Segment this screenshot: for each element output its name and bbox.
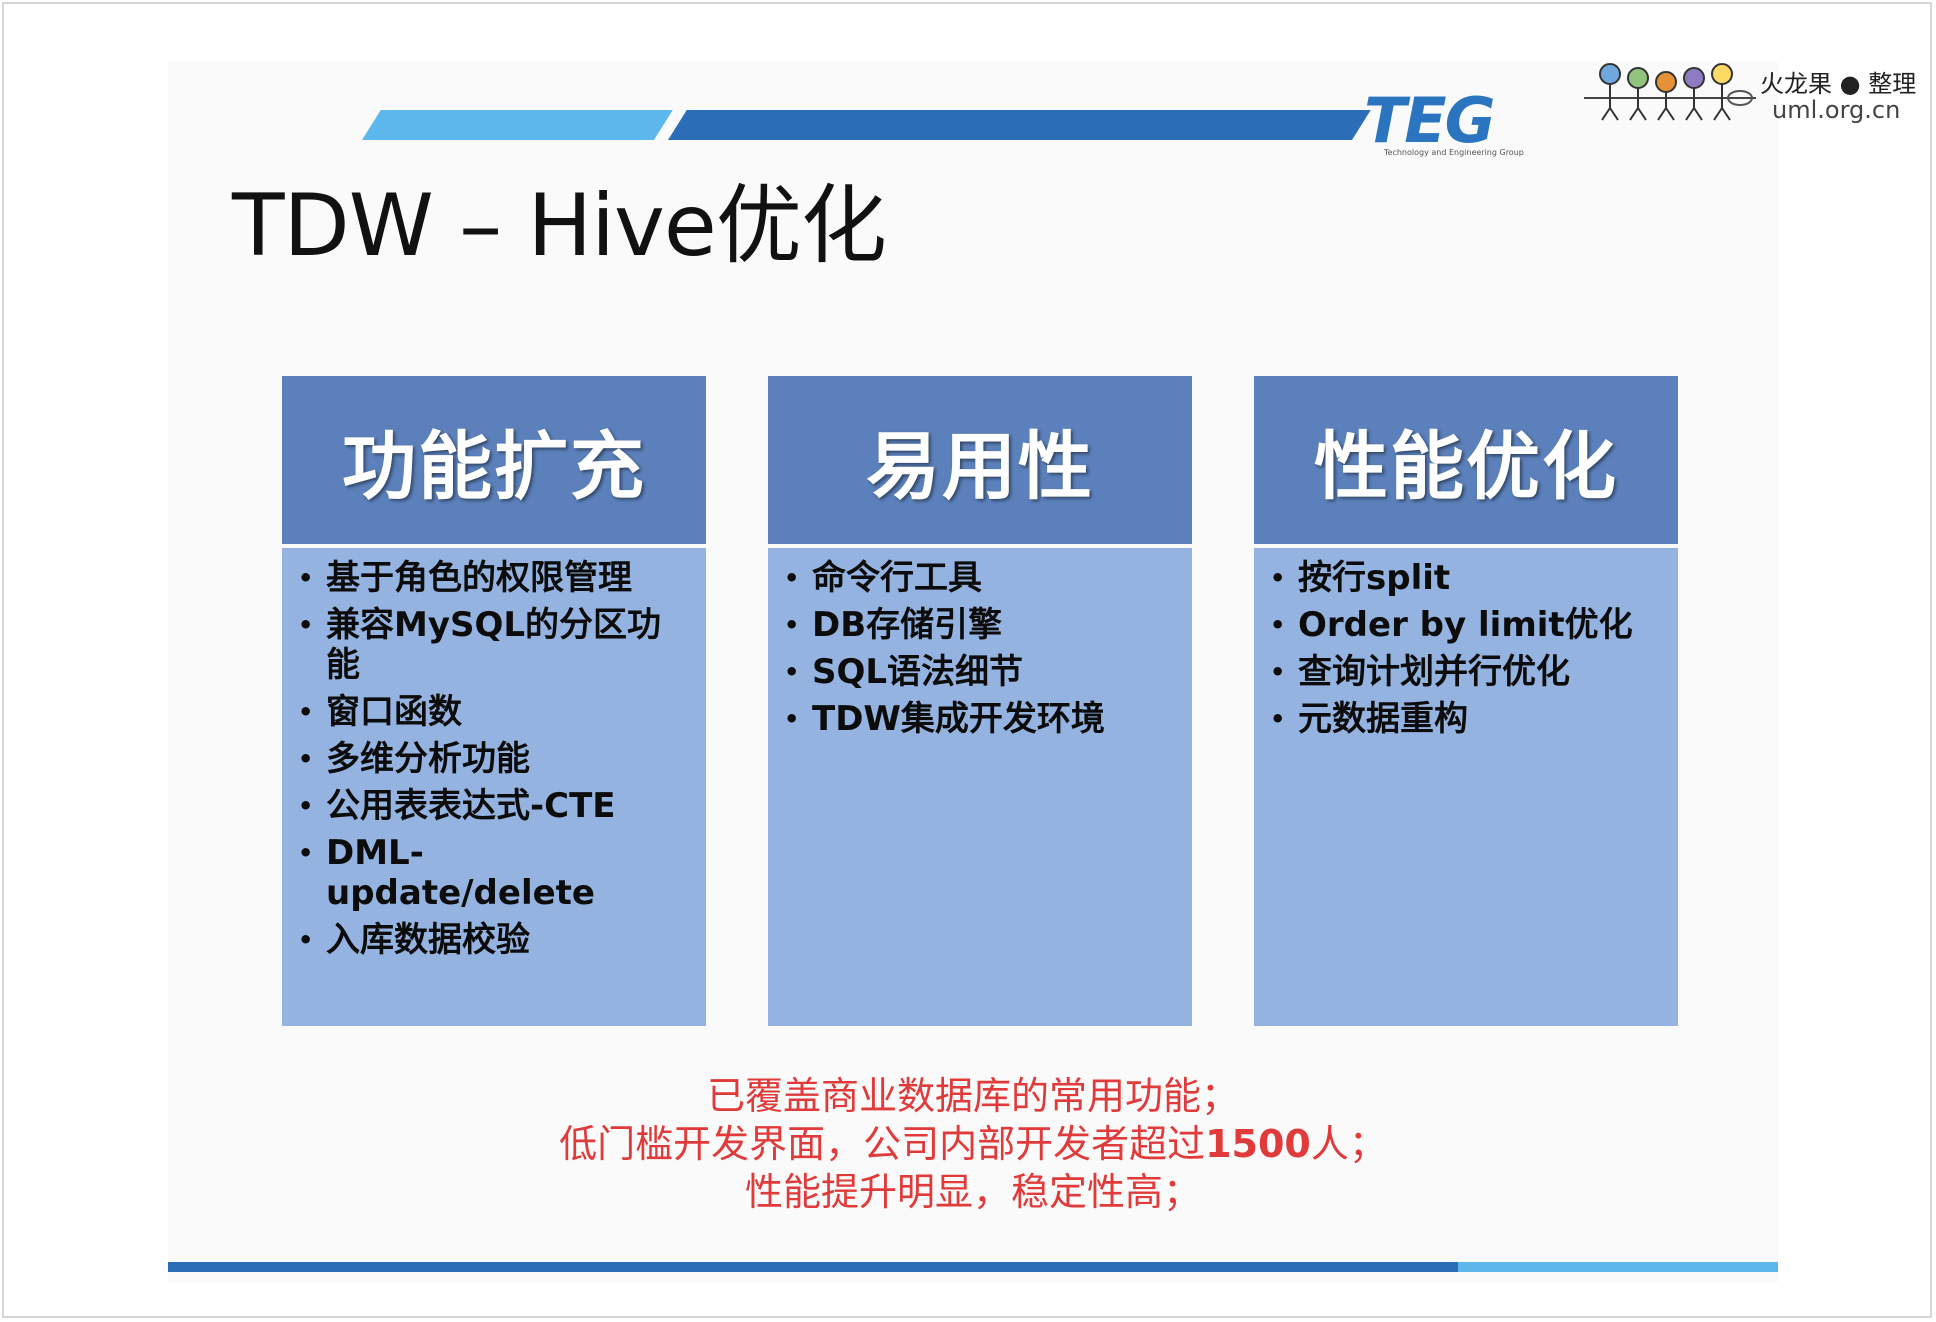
panel-header: 性能优化 <box>1254 376 1678 544</box>
list-item: 兼容MySQL的分区功能 <box>298 605 692 685</box>
panel-body: 基于角色的权限管理 兼容MySQL的分区功能 窗口函数 多维分析功能 公用表表达… <box>282 548 706 1026</box>
panel-heading: 性能优化 <box>1314 423 1618 510</box>
summary-line-2: 低门槛开发界面，公司内部开发者超过1500人； <box>168 1120 1778 1168</box>
panel-header: 易用性 <box>768 376 1192 544</box>
footer-bar-dark <box>168 1262 1458 1272</box>
footer-bar-light <box>1458 1262 1778 1272</box>
summary-line-3: 性能提升明显，稳定性高； <box>744 1170 1201 1214</box>
uml-logo-figures-icon <box>1584 63 1756 121</box>
summary-text: 已覆盖商业数据库的常用功能； 低门槛开发界面，公司内部开发者超过1500人； 性… <box>168 1072 1778 1216</box>
list-item: 查询计划并行优化 <box>1270 652 1664 692</box>
list-item: DB存储引擎 <box>784 605 1178 645</box>
panel-performance: 性能优化 按行split Order by limit优化 查询计划并行优化 元… <box>1254 376 1678 1026</box>
list-item: 多维分析功能 <box>298 739 692 779</box>
list-item: 公用表表达式-CTE <box>298 786 692 826</box>
panel-usability: 易用性 命令行工具 DB存储引擎 SQL语法细节 TDW集成开发环境 <box>768 376 1192 1026</box>
panel-body: 按行split Order by limit优化 查询计划并行优化 元数据重构 <box>1254 548 1678 1026</box>
teg-logo-subtitle: Technology and Engineering Group <box>1384 148 1524 157</box>
header-bar-light <box>362 110 673 140</box>
developer-count: 1500 <box>1205 1122 1311 1166</box>
list-item: TDW集成开发环境 <box>784 699 1178 739</box>
list-item: Order by limit优化 <box>1270 605 1664 645</box>
uml-logo: 火龙果 ● 整理 uml.org.cn <box>1580 58 1920 138</box>
panel-header: 功能扩充 <box>282 376 706 544</box>
list-item: 按行split <box>1270 558 1664 598</box>
teg-logo: TEG Technology and Engineering Group <box>1364 88 1564 160</box>
panel-feature-extension: 功能扩充 基于角色的权限管理 兼容MySQL的分区功能 窗口函数 多维分析功能 … <box>282 376 706 1026</box>
panel-list: 命令行工具 DB存储引擎 SQL语法细节 TDW集成开发环境 <box>784 558 1178 739</box>
header-bar-dark <box>668 110 1371 140</box>
panel-list: 按行split Order by limit优化 查询计划并行优化 元数据重构 <box>1270 558 1664 739</box>
uml-brand-text: 火龙果 ● 整理 <box>1760 70 1917 98</box>
page-title: TDW – Hive优化 <box>232 176 887 276</box>
list-item: 元数据重构 <box>1270 699 1664 739</box>
panel-body: 命令行工具 DB存储引擎 SQL语法细节 TDW集成开发环境 <box>768 548 1192 1026</box>
list-item: DML-update/delete <box>298 833 692 913</box>
slide-page: TEG Technology and Engineering Group 火龙果… <box>0 0 1936 1322</box>
teg-logo-text: TEG <box>1364 84 1496 157</box>
list-item: 命令行工具 <box>784 558 1178 598</box>
panel-list: 基于角色的权限管理 兼容MySQL的分区功能 窗口函数 多维分析功能 公用表表达… <box>298 558 692 960</box>
list-item: SQL语法细节 <box>784 652 1178 692</box>
summary-line-2-suffix: 人； <box>1310 1122 1387 1166</box>
panel-heading: 易用性 <box>866 423 1094 510</box>
list-item: 基于角色的权限管理 <box>298 558 692 598</box>
panel-heading: 功能扩充 <box>342 423 646 510</box>
summary-line-2-prefix: 低门槛开发界面，公司内部开发者超过 <box>559 1122 1206 1166</box>
uml-site-text: uml.org.cn <box>1772 96 1901 124</box>
summary-line-1: 已覆盖商业数据库的常用功能； <box>706 1074 1239 1118</box>
list-item: 入库数据校验 <box>298 920 692 960</box>
list-item: 窗口函数 <box>298 692 692 732</box>
